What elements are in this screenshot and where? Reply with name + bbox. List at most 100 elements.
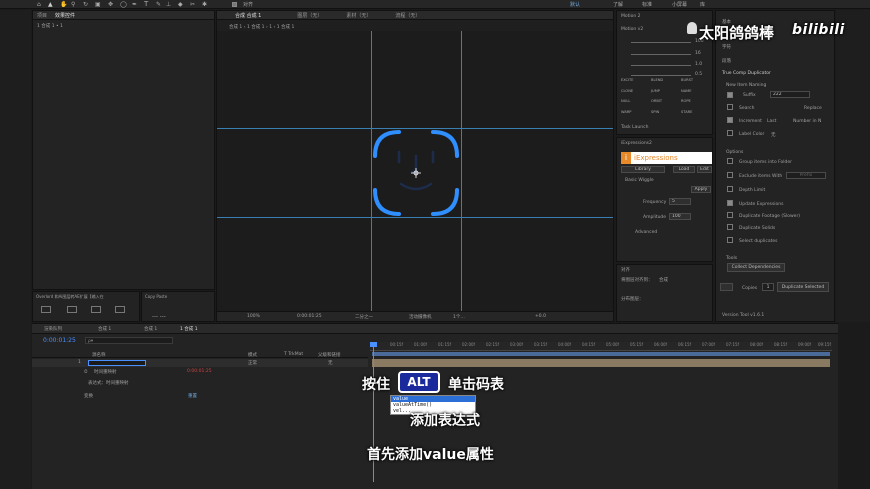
layer-mode[interactable]: 正常	[248, 360, 257, 366]
rotate-tool-icon[interactable]: ↻	[83, 1, 88, 8]
layer-row[interactable]: 1 正常 无	[32, 359, 368, 367]
tcd-option-select-checkbox[interactable]	[727, 237, 733, 243]
resolution-select[interactable]: 二分之一	[355, 314, 373, 320]
time-remap-row[interactable]: ⏱ 时间重映射 0:00:01:25	[32, 368, 368, 376]
motion2-btn-excite[interactable]: EXCITE	[621, 78, 651, 87]
tab-render-queue[interactable]: 渲染队列	[44, 326, 62, 332]
motion2-slider-2[interactable]	[631, 54, 691, 55]
snap-checkbox[interactable]	[232, 2, 237, 7]
iexp-advanced[interactable]: Advanced	[635, 230, 657, 235]
col-source-name[interactable]: 源名称	[92, 352, 106, 358]
motion2-slider-4[interactable]	[631, 75, 691, 76]
motion2-slider-3[interactable]	[631, 65, 691, 66]
stamp-tool-icon[interactable]: ⊥	[166, 1, 171, 8]
tcd-suffix-input[interactable]: 222	[770, 91, 810, 98]
tcd-expand-button[interactable]	[720, 283, 733, 291]
layer-name-field[interactable]	[88, 360, 146, 366]
right-header-3[interactable]: 段落	[722, 58, 731, 64]
workspace-default[interactable]: 默认	[570, 1, 580, 8]
camera-tool-icon[interactable]: ▣	[95, 1, 101, 8]
selection-tool-icon[interactable]: ▲	[48, 1, 53, 8]
col-mode[interactable]: 模式	[248, 352, 257, 358]
stopwatch-icon[interactable]: ⏱	[84, 369, 88, 375]
viewer-breadcrumb[interactable]: 合成 1 ‹ 1 合成 1 › 1 ‹ 1 合成 1	[229, 24, 294, 30]
tab-comp-1a[interactable]: 合成 1	[98, 326, 111, 332]
playhead-handle[interactable]	[370, 342, 377, 347]
layer-search-input[interactable]: ρ▾	[85, 337, 173, 344]
motion2-btn-name[interactable]: NAME	[681, 89, 711, 98]
overlord-export-icon[interactable]	[115, 306, 125, 313]
iexp-tab-load[interactable]: Load	[673, 166, 695, 173]
viewer-timecode[interactable]: 0:00:01:25	[297, 314, 322, 319]
workspace-learn[interactable]: 了解	[613, 1, 623, 8]
motion2-slider-1[interactable]	[631, 42, 691, 43]
tcd-search-checkbox[interactable]	[727, 104, 733, 110]
tab-footage[interactable]: 素材（无）	[346, 12, 371, 19]
tcd-label-color-value[interactable]: 无	[771, 132, 776, 138]
iexp-apply-button[interactable]: Apply	[691, 186, 711, 193]
tab-composition[interactable]: 合成 合成 1	[235, 12, 261, 19]
tcd-exclude-input[interactable]: Prefix	[786, 172, 826, 179]
iexp-amplitude-value[interactable]: 100	[669, 213, 691, 220]
tcd-increment-mode[interactable]: Last	[767, 119, 776, 124]
pen-tool-icon[interactable]: ✒	[132, 1, 137, 8]
tab-project[interactable]: 项目	[37, 12, 47, 19]
iexp-frequency-value[interactable]: 5	[669, 198, 691, 205]
iexp-tab-library[interactable]: Library	[621, 166, 665, 173]
pan-tool-icon[interactable]: ✥	[108, 1, 113, 8]
comp-canvas[interactable]	[217, 31, 613, 311]
puppet-tool-icon[interactable]: ✱	[202, 1, 207, 8]
overlord-push-icon[interactable]	[41, 306, 51, 313]
hand-tool-icon[interactable]: ✋	[60, 1, 67, 8]
tcd-increment-checkbox[interactable]	[727, 117, 733, 123]
motion2-btn-rope[interactable]: ROPE	[681, 99, 711, 108]
time-ruler[interactable]: 00:15f 01:00f 01:15f 02:00f 02:15f 03:00…	[370, 342, 832, 351]
camera-select[interactable]: 活动摄像机	[409, 314, 432, 320]
overlord-settings-icon[interactable]	[91, 306, 101, 313]
overlord-pull-icon[interactable]	[67, 306, 77, 313]
align-to-select[interactable]: 合成	[659, 277, 668, 283]
tcd-option-footage-checkbox[interactable]	[727, 212, 733, 218]
motion2-btn-blend[interactable]: BLEND	[651, 78, 681, 87]
tab-layer[interactable]: 图层（无）	[297, 12, 322, 19]
right-header-2[interactable]: 字符	[722, 44, 731, 50]
tcd-label-color-checkbox[interactable]	[727, 130, 733, 136]
motion2-btn-spin[interactable]: SPIN	[651, 110, 681, 119]
tcd-option-group-checkbox[interactable]	[727, 158, 733, 164]
tcd-option-update-checkbox[interactable]	[727, 200, 733, 206]
tab-comp-1-active[interactable]: 1 合成 1	[180, 326, 198, 332]
tab-effect-controls[interactable]: 效果控件	[55, 12, 75, 19]
tcd-copies-input[interactable]: 1	[762, 283, 774, 291]
guide-vertical-right[interactable]	[461, 31, 462, 311]
zoom-tool-icon[interactable]: ⚲	[71, 1, 75, 8]
motion2-btn-null[interactable]: NULL	[621, 99, 651, 108]
exposure-value[interactable]: +0.0	[535, 314, 546, 319]
transform-label[interactable]: 变换	[84, 393, 93, 399]
workspace-standard[interactable]: 标准	[642, 1, 652, 8]
motion2-btn-burst[interactable]: BURST	[681, 78, 711, 87]
time-remap-value[interactable]: 0:00:01:25	[187, 369, 212, 374]
home-icon[interactable]: ⌂	[37, 1, 41, 8]
motion2-value-3[interactable]: 1.0	[695, 62, 702, 67]
tcd-option-depth-checkbox[interactable]	[727, 186, 733, 192]
shape-tool-icon[interactable]: ◯	[120, 1, 127, 8]
task-launch[interactable]: Task Launch	[621, 125, 648, 130]
tcd-duplicate-button[interactable]: Duplicate Selected	[777, 282, 829, 292]
brush-tool-icon[interactable]: ✎	[156, 1, 161, 8]
col-parent[interactable]: 父级和链接	[318, 352, 341, 358]
motion2-btn-jump[interactable]: JUMP	[651, 89, 681, 98]
type-tool-icon[interactable]: T	[144, 0, 148, 8]
layer-parent[interactable]: 无	[328, 360, 333, 366]
timeline-timecode[interactable]: 0:00:01:25	[43, 337, 76, 344]
motion2-btn-warp[interactable]: WARP	[621, 110, 651, 119]
tab-flowchart[interactable]: 流程（无）	[395, 12, 420, 19]
motion2-btn-clone[interactable]: CLONE	[621, 89, 651, 98]
motion2-value-2[interactable]: 16	[695, 51, 701, 56]
work-area-bar[interactable]	[372, 352, 830, 356]
tcd-suffix-checkbox[interactable]	[727, 92, 733, 98]
tcd-collect-button[interactable]: Collect Dependencies	[727, 263, 785, 272]
workspace-small-screen[interactable]: 小屏幕	[672, 1, 687, 8]
eraser-tool-icon[interactable]: ◆	[178, 1, 183, 8]
motion2-btn-orbit[interactable]: ORBIT	[651, 99, 681, 108]
col-trkmat[interactable]: T TrkMat	[284, 352, 303, 357]
